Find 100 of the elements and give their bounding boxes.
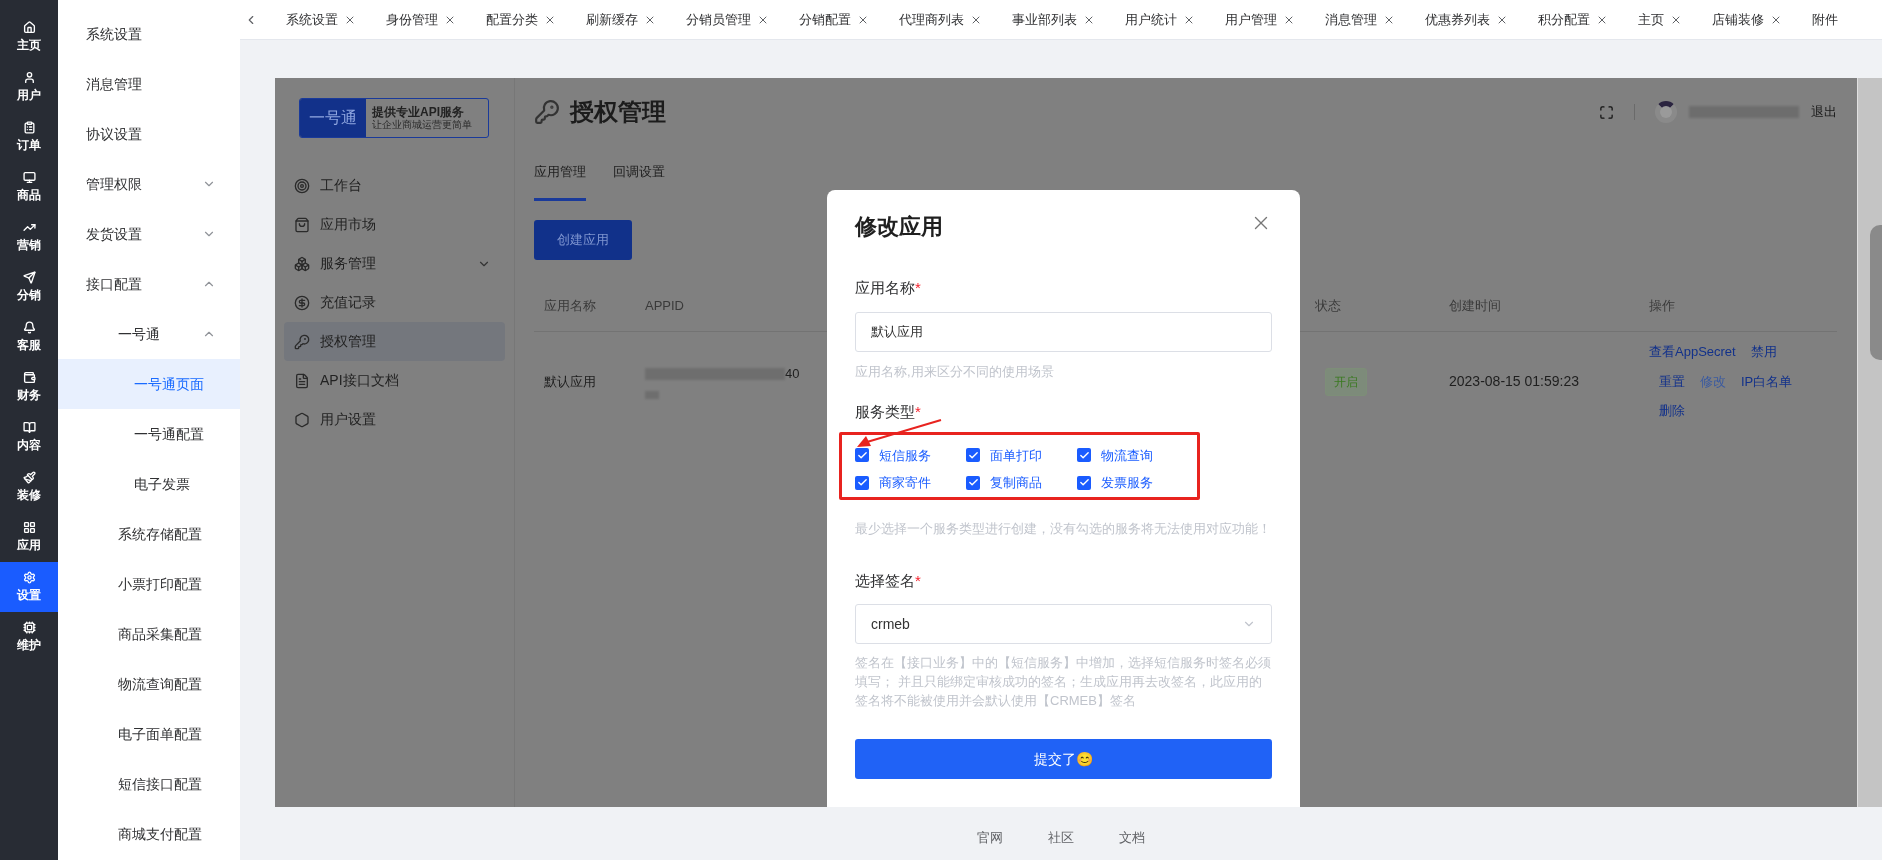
submenu-item[interactable]: 一号通配置 bbox=[58, 409, 240, 459]
submenu-item[interactable]: 系统存储配置 bbox=[58, 509, 240, 559]
nav-item[interactable]: 用户设置 bbox=[284, 400, 505, 439]
rail-item[interactable]: 营销 bbox=[0, 212, 58, 262]
status-tag: 开启 bbox=[1325, 367, 1367, 396]
field-label: 服务类型* bbox=[855, 402, 922, 422]
page-tab[interactable]: 用户统计 bbox=[1125, 9, 1195, 30]
rail-icon bbox=[22, 320, 36, 334]
app-name-input[interactable]: 默认应用 bbox=[855, 311, 1272, 352]
signature-select[interactable]: crmeb bbox=[855, 604, 1272, 644]
checkbox[interactable] bbox=[966, 475, 980, 490]
submenu-item[interactable]: 接口配置 bbox=[58, 259, 240, 309]
nav-item[interactable]: 工作台 bbox=[284, 166, 505, 205]
nav-item[interactable]: 服务管理 bbox=[284, 244, 505, 283]
rail-item[interactable]: 维护 bbox=[0, 612, 58, 662]
page-tab[interactable]: 主页 bbox=[1638, 9, 1682, 30]
logout-link[interactable]: 退出 bbox=[1811, 102, 1837, 122]
submenu-item[interactable]: 商城支付配置 bbox=[58, 809, 240, 859]
rail-item[interactable]: 用户 bbox=[0, 62, 58, 112]
rail-item[interactable]: 分销 bbox=[0, 262, 58, 312]
rail-item[interactable]: 财务 bbox=[0, 362, 58, 412]
rail-icon bbox=[22, 20, 36, 34]
page-tab[interactable]: 优惠券列表 bbox=[1425, 9, 1508, 30]
checkbox-label[interactable]: 商家寄件 bbox=[879, 473, 931, 493]
page-tab[interactable]: 分销配置 bbox=[799, 9, 869, 30]
column-header: 状态 bbox=[1315, 297, 1342, 316]
rail-icon bbox=[22, 170, 36, 184]
checkbox-label[interactable]: 发票服务 bbox=[1101, 473, 1153, 493]
submenu-item[interactable]: 小票打印配置 bbox=[58, 559, 240, 609]
page-tab[interactable]: 附件 bbox=[1812, 9, 1838, 30]
nav-item[interactable]: 充值记录 bbox=[284, 283, 505, 322]
nav-icon bbox=[294, 216, 310, 233]
rail-item[interactable]: 订单 bbox=[0, 112, 58, 162]
page-tab[interactable]: 事业部列表 bbox=[1012, 9, 1095, 30]
page-tab[interactable]: 店铺装修 bbox=[1712, 9, 1782, 30]
field-label: 应用名称* bbox=[855, 278, 922, 298]
table-cell-text: 默认应用 bbox=[543, 372, 597, 391]
submenu-item[interactable]: 管理权限 bbox=[58, 159, 240, 209]
rail-icon bbox=[22, 620, 36, 634]
checkbox-label[interactable]: 复制商品 bbox=[990, 473, 1042, 493]
brand-name: 一号通 bbox=[309, 108, 357, 128]
sub-tab[interactable]: 回调设置 bbox=[613, 162, 665, 201]
footer-link[interactable]: 社区 bbox=[1048, 827, 1074, 848]
page-tab[interactable]: 刷新缓存 bbox=[586, 9, 656, 30]
checkbox[interactable] bbox=[855, 475, 869, 490]
checkbox-label[interactable]: 物流查询 bbox=[1101, 445, 1153, 465]
checkbox[interactable] bbox=[1077, 448, 1091, 463]
rail-item[interactable]: 内容 bbox=[0, 412, 58, 462]
fullscreen-icon[interactable] bbox=[1599, 104, 1614, 120]
column-header: 应用名称 bbox=[543, 297, 597, 316]
create-app-button[interactable]: 创建应用 bbox=[534, 219, 632, 260]
page-tab[interactable]: 用户管理 bbox=[1225, 9, 1295, 30]
page-tab[interactable]: 系统设置 bbox=[286, 9, 356, 30]
sub-tab[interactable]: 应用管理 bbox=[534, 162, 586, 201]
rail-item[interactable]: 应用 bbox=[0, 512, 58, 562]
page-tab[interactable]: 积分配置 bbox=[1538, 9, 1608, 30]
nav-item[interactable]: 应用市场 bbox=[284, 205, 505, 244]
checkbox-label[interactable]: 面单打印 bbox=[990, 445, 1042, 465]
submenu-item[interactable]: 一号通页面 bbox=[58, 359, 240, 409]
rail-item[interactable]: 装修 bbox=[0, 462, 58, 512]
nav-icon bbox=[294, 333, 310, 350]
page-title: 授权管理 bbox=[570, 97, 666, 127]
rail-item[interactable]: 客服 bbox=[0, 312, 58, 362]
rail-item[interactable]: 设置 bbox=[0, 562, 58, 612]
submenu-item[interactable]: 一号通 bbox=[58, 309, 240, 359]
checkbox[interactable] bbox=[966, 448, 980, 463]
rail-icon bbox=[22, 70, 36, 84]
brand-tagline: 提供专业API服务 bbox=[372, 106, 465, 118]
field-label: 选择签名* bbox=[855, 570, 922, 591]
submenu-item[interactable]: 商品采集配置 bbox=[58, 609, 240, 659]
column-header: 操作 bbox=[1649, 297, 1675, 316]
submenu-item[interactable]: 发货设置 bbox=[58, 209, 240, 259]
nav-item[interactable]: API接口文档 bbox=[284, 361, 505, 400]
rail-icon bbox=[22, 520, 36, 534]
rail-item[interactable]: 商品 bbox=[0, 162, 58, 212]
submenu-item[interactable]: 协议设置 bbox=[58, 109, 240, 159]
check-icon bbox=[967, 449, 979, 461]
submenu-item[interactable]: 短信接口配置 bbox=[58, 759, 240, 809]
submit-button[interactable]: 提交了😊 bbox=[855, 739, 1272, 779]
page-tab[interactable]: 代理商列表 bbox=[899, 9, 982, 30]
check-icon bbox=[1078, 449, 1090, 461]
rail-icon bbox=[22, 370, 36, 384]
submenu-item[interactable]: 系统设置 bbox=[58, 9, 240, 59]
checkbox[interactable] bbox=[855, 448, 869, 463]
nav-icon bbox=[294, 294, 310, 311]
checkbox[interactable] bbox=[1077, 475, 1091, 490]
submenu-item[interactable]: 消息管理 bbox=[58, 59, 240, 109]
page-tab[interactable]: 身份管理 bbox=[386, 9, 456, 30]
page-tab[interactable]: 消息管理 bbox=[1325, 9, 1395, 30]
nav-item[interactable]: 授权管理 bbox=[284, 322, 505, 361]
page-tab[interactable]: 分销员管理 bbox=[686, 9, 769, 30]
footer-link[interactable]: 文档 bbox=[1119, 827, 1145, 848]
rail-item[interactable]: 主页 bbox=[0, 12, 58, 62]
submenu-item[interactable]: 电子面单配置 bbox=[58, 709, 240, 759]
submenu-item[interactable]: 电子发票 bbox=[58, 459, 240, 509]
page-tab[interactable]: 配置分类 bbox=[486, 9, 556, 30]
brand-subtitle: 让企业商城运营更简单 bbox=[372, 120, 473, 130]
checkbox-label[interactable]: 短信服务 bbox=[879, 445, 931, 465]
submenu-item[interactable]: 物流查询配置 bbox=[58, 659, 240, 709]
footer-link[interactable]: 官网 bbox=[977, 827, 1003, 848]
